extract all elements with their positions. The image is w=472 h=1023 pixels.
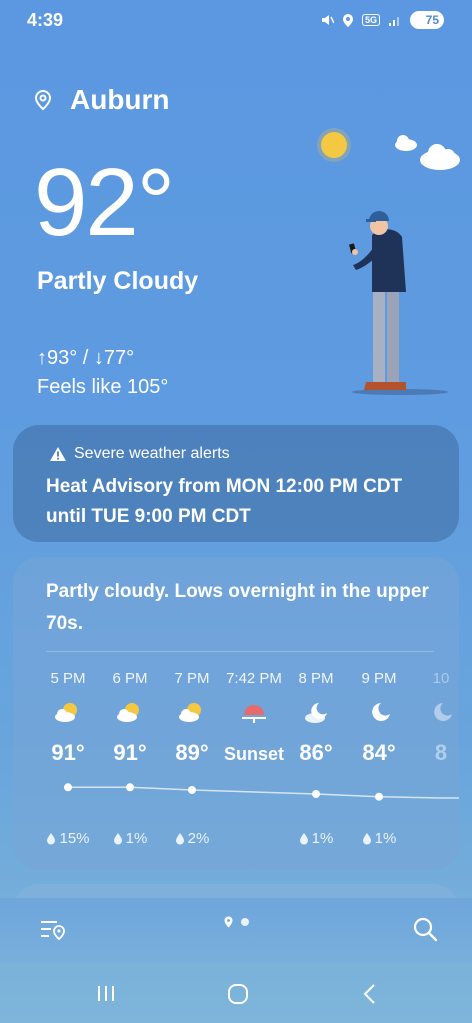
partly-cloudy-icon bbox=[160, 700, 224, 728]
alert-header-label: Severe weather alerts bbox=[74, 445, 230, 462]
hour-temp: 8 bbox=[434, 740, 448, 765]
location-list-icon bbox=[41, 921, 65, 941]
trend-point bbox=[126, 783, 134, 792]
city-name: Auburn bbox=[70, 84, 170, 115]
hour-time: 5 PM bbox=[50, 670, 86, 687]
system-navigation-bar bbox=[0, 963, 472, 1023]
precipitation-value: 15% bbox=[59, 830, 90, 847]
status-time: 4:39 bbox=[27, 10, 64, 30]
current-condition: Partly Cloudy bbox=[37, 267, 199, 295]
current-location-dot-icon bbox=[224, 916, 233, 928]
hour-temp: 91° bbox=[51, 740, 85, 765]
recent-apps-button[interactable] bbox=[96, 983, 116, 1008]
status-icons: 5G 75 bbox=[320, 11, 444, 29]
search-icon bbox=[413, 917, 438, 942]
page-dot bbox=[241, 918, 249, 926]
precipitation-value: 1% bbox=[311, 830, 334, 847]
precipitation-chance: 1% bbox=[98, 830, 162, 847]
trend-point bbox=[312, 790, 320, 798]
precipitation-chance: 15% bbox=[36, 830, 100, 847]
precipitation-value: 2% bbox=[187, 830, 210, 847]
current-temperature: 92° bbox=[34, 149, 175, 256]
forecast-summary: Partly cloudy. Lows overnight in the upp… bbox=[46, 581, 429, 634]
raindrop-icon bbox=[299, 833, 308, 845]
alert-header: Severe weather alerts bbox=[49, 445, 230, 463]
status-bar: 4:39 5G 75 bbox=[0, 0, 472, 44]
hour-temp: 86° bbox=[299, 740, 333, 765]
precipitation-chance: 1% bbox=[347, 830, 411, 847]
battery-indicator: 75 bbox=[410, 11, 444, 29]
bottom-bar bbox=[0, 898, 472, 963]
back-icon bbox=[363, 984, 375, 1004]
sunset-icon bbox=[222, 700, 286, 728]
raindrop-icon bbox=[175, 833, 184, 845]
person-figure bbox=[349, 211, 406, 390]
raindrop-icon bbox=[113, 833, 122, 845]
divider bbox=[46, 651, 434, 652]
precipitation-chance: 2% bbox=[160, 830, 224, 847]
trend-point bbox=[188, 786, 196, 794]
hour-temp: 91° bbox=[113, 740, 147, 765]
hour-time: 7:42 PM bbox=[226, 670, 282, 687]
trend-point bbox=[375, 792, 383, 801]
precipitation-value: 1% bbox=[374, 830, 397, 847]
warning-icon bbox=[50, 447, 66, 461]
hour-temp: 89° bbox=[175, 740, 209, 765]
location-pin-icon bbox=[34, 89, 52, 111]
battery-level: 75 bbox=[425, 13, 439, 27]
recent-apps-icon bbox=[98, 986, 114, 1001]
trend-point bbox=[64, 783, 72, 792]
high-low-temps: ↑93° / ↓77° bbox=[37, 347, 135, 369]
page-indicator[interactable] bbox=[224, 916, 249, 928]
location-header[interactable]: Auburn bbox=[34, 84, 170, 116]
mute-icon bbox=[321, 15, 334, 25]
cloudy-moon-icon bbox=[284, 700, 348, 728]
search-button[interactable] bbox=[412, 916, 438, 947]
location-status-icon bbox=[342, 13, 353, 27]
hour-time: 7 PM bbox=[174, 670, 210, 687]
signal-icon bbox=[389, 16, 399, 26]
back-button[interactable] bbox=[362, 983, 378, 1010]
hour-time: 10 bbox=[432, 670, 450, 687]
manage-locations-button[interactable] bbox=[40, 918, 66, 945]
cloud-icon bbox=[395, 135, 460, 170]
hour-temp: Sunset bbox=[223, 744, 284, 764]
hour-temp: 84° bbox=[362, 740, 396, 765]
home-button[interactable] bbox=[227, 983, 249, 1010]
precipitation-chance: 1% bbox=[284, 830, 348, 847]
hour-time: 8 PM bbox=[298, 670, 334, 687]
raindrop-icon bbox=[362, 833, 371, 845]
hourly-forecast-card[interactable]: Partly cloudy. Lows overnight in the upp… bbox=[13, 557, 459, 870]
network-badge: 5G bbox=[361, 14, 380, 26]
moon-icon bbox=[347, 700, 411, 728]
alert-body: Heat Advisory from MON 12:00 PM CDT unti… bbox=[46, 476, 403, 527]
partly-cloudy-icon bbox=[98, 700, 162, 728]
raindrop-icon bbox=[47, 833, 56, 845]
moon-icon bbox=[409, 700, 459, 728]
feels-like: Feels like 105° bbox=[37, 376, 169, 398]
partly-cloudy-icon bbox=[36, 700, 100, 728]
severe-weather-alert-card[interactable]: Severe weather alerts Heat Advisory from… bbox=[13, 425, 459, 542]
hour-time: 6 PM bbox=[112, 670, 148, 687]
hour-time: 9 PM bbox=[361, 670, 397, 687]
temperature-trend-line bbox=[64, 783, 459, 801]
weather-illustration bbox=[317, 128, 460, 395]
home-icon bbox=[228, 984, 248, 1004]
precipitation-value: 1% bbox=[125, 830, 148, 847]
